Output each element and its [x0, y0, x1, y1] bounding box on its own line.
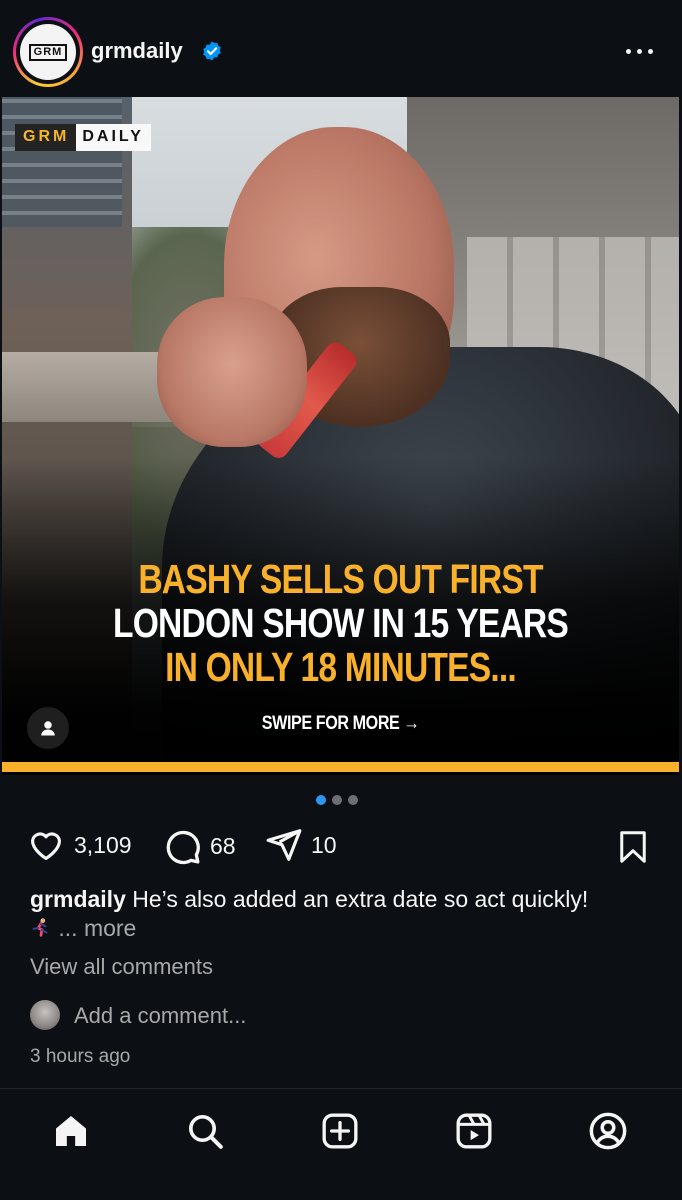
verified-badge-icon: [203, 41, 221, 61]
send-icon: [266, 829, 302, 861]
bookmark-icon: [620, 831, 646, 863]
comment-button[interactable]: 68: [162, 826, 236, 866]
bottom-navigation: [0, 1088, 682, 1200]
home-icon: [56, 1116, 86, 1146]
swipe-for-more-label: SWIPE FOR MORE →: [261, 713, 420, 734]
nav-home[interactable]: [49, 1109, 93, 1153]
accent-bar: [2, 762, 679, 772]
add-comment-input[interactable]: Add a comment...: [74, 1003, 246, 1029]
caption-more-link[interactable]: ... more: [58, 915, 136, 941]
nav-reels[interactable]: [452, 1109, 496, 1153]
reels-icon: [456, 1113, 492, 1149]
like-button[interactable]: 3,109: [26, 826, 132, 864]
grm-daily-brand-tag: GRM DAILY: [15, 124, 151, 151]
caption-text: He’s also added an extra date so act qui…: [132, 886, 589, 912]
create-post-icon: [322, 1113, 358, 1149]
share-count: 10: [311, 831, 337, 858]
nav-search[interactable]: [183, 1109, 227, 1153]
current-user-avatar: [30, 1000, 60, 1030]
carousel-dot-active: [316, 795, 326, 805]
story-ring-avatar[interactable]: GRM: [13, 17, 83, 87]
post-image[interactable]: GRM DAILY BASHY SELLS OUT FIRST LONDON S…: [2, 97, 679, 775]
carousel-dot: [332, 795, 342, 805]
person-hands: [157, 297, 307, 447]
like-count: 3,109: [74, 831, 132, 858]
post-header: GRM grmdaily: [0, 0, 682, 100]
headline-line-1: BASHY SELLS OUT FIRST: [138, 556, 543, 602]
share-button[interactable]: 10: [265, 826, 337, 864]
avatar: GRM: [20, 24, 76, 80]
profile-icon: [589, 1112, 627, 1150]
comment-count: 68: [210, 832, 236, 859]
heart-icon: [30, 832, 62, 861]
more-horizontal-icon[interactable]: [622, 42, 656, 60]
grm-logo: GRM: [28, 43, 68, 61]
nav-profile[interactable]: [586, 1109, 630, 1153]
caption-username[interactable]: grmdaily: [30, 886, 126, 912]
carousel-dot: [348, 795, 358, 805]
save-button[interactable]: [615, 828, 651, 871]
search-icon: [189, 1115, 223, 1149]
headline-line-2: LONDON SHOW IN 15 YEARS: [112, 600, 569, 646]
post-timestamp: 3 hours ago: [30, 1046, 131, 1067]
view-all-comments-link[interactable]: View all comments: [30, 954, 213, 980]
carousel-indicator: [316, 795, 358, 805]
post-caption: grmdaily He’s also added an extra date s…: [30, 885, 660, 943]
post-actions: 3,109 68 10: [0, 822, 682, 872]
comment-bubble-icon: [166, 830, 200, 865]
headline-line-3: IN ONLY 18 MINUTES...: [165, 644, 517, 690]
nav-create[interactable]: [318, 1109, 362, 1153]
post-username[interactable]: grmdaily: [91, 38, 183, 64]
runner-emoji-icon: [32, 918, 48, 937]
